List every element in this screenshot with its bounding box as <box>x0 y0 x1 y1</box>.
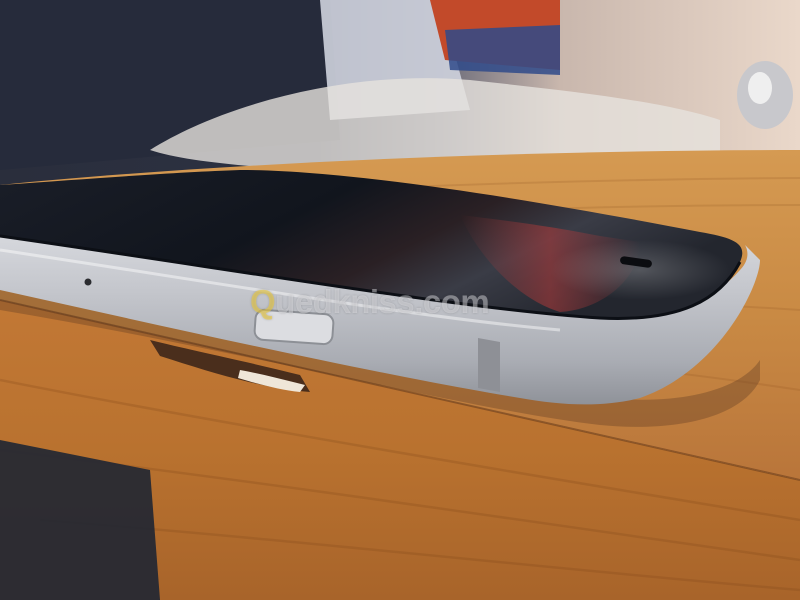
mic-hole <box>84 278 92 286</box>
watermark-rest: uedkniss.com <box>275 283 490 320</box>
antenna-band <box>478 338 500 392</box>
photo-scene: Quedkniss.com <box>0 0 800 600</box>
metal-knob-highlight <box>748 72 772 104</box>
watermark-prefix: Q <box>250 283 276 320</box>
screen-glare <box>550 240 730 300</box>
watermark-logo: Quedkniss.com <box>250 280 550 324</box>
blue-fabric <box>445 25 560 75</box>
